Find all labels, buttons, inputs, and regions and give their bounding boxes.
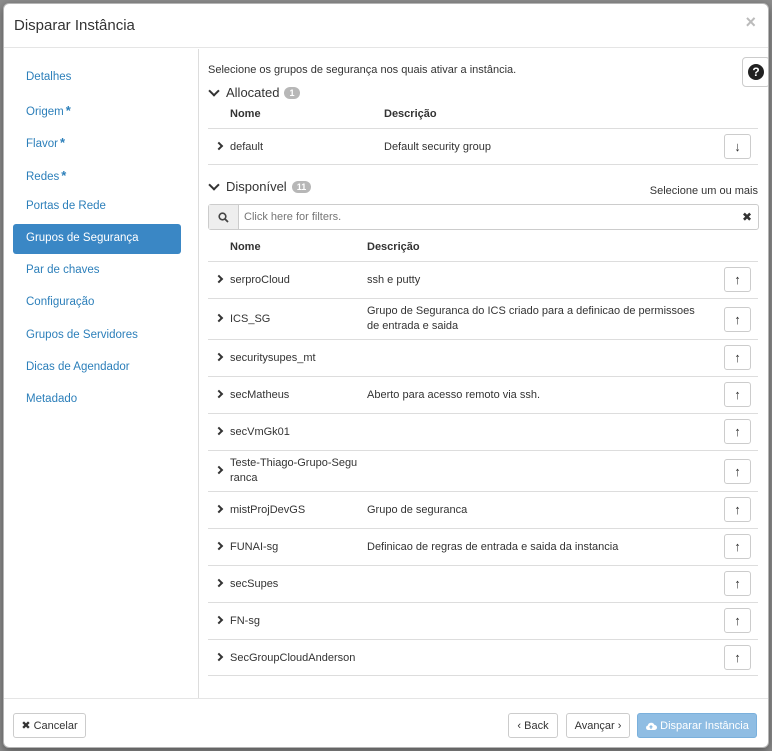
table-row: Teste-Thiago-Grupo-Seguranca ↑ [208, 450, 758, 491]
arrow-up-icon[interactable]: ↑ [724, 571, 751, 596]
table-row: serproCloud ssh e putty ↑ [208, 261, 758, 298]
arrow-down-icon[interactable]: ↓ [724, 134, 751, 159]
required-mark: * [59, 135, 66, 150]
available-count-badge: 11 [291, 180, 312, 193]
available-col-desc: Descrição [367, 241, 420, 253]
arrow-up-icon[interactable]: ↑ [724, 534, 751, 559]
cancel-button[interactable]: ✖ Cancelar [13, 713, 86, 738]
allocated-col-desc: Descrição [384, 108, 437, 120]
sidebar-item-grupos-de-servidores[interactable]: Grupos de Servidores [13, 321, 181, 351]
chevron-right-icon[interactable] [214, 541, 224, 551]
launch-instance-button[interactable]: Disparar Instância [637, 713, 757, 738]
required-mark: * [61, 168, 67, 183]
filter-bar: ✖ [208, 204, 759, 230]
launch-instance-modal: Disparar Instância × Detalhes Origem * Fl… [3, 3, 769, 748]
close-icon[interactable]: × [745, 13, 756, 31]
chevron-right-icon[interactable] [214, 313, 224, 323]
chevron-down-icon [208, 178, 220, 191]
filter-input[interactable] [240, 205, 730, 229]
allocated-row: default Default security group ↓ [208, 128, 758, 165]
question-icon: ? [748, 64, 764, 80]
chevron-right-icon[interactable] [214, 389, 224, 399]
table-row: secMatheus Aberto para acesso remoto via… [208, 376, 758, 413]
arrow-up-icon[interactable]: ↑ [724, 497, 751, 522]
arrow-up-icon[interactable]: ↑ [724, 382, 751, 407]
arrow-up-icon[interactable]: ↑ [724, 267, 751, 292]
sidebar-item-flavor[interactable]: Flavor * [13, 127, 181, 157]
chevron-right-icon[interactable] [214, 578, 224, 588]
table-row: SecGroupCloudAnderson ↑ [208, 639, 758, 676]
chevron-right-icon[interactable] [214, 426, 224, 436]
table-row: FN-sg ↑ [208, 602, 758, 639]
sidebar-item-grupos-de-seguranca[interactable]: Grupos de Segurança [13, 224, 181, 254]
sidebar-item-portas-de-rede[interactable]: Portas de Rede [13, 192, 181, 222]
back-button[interactable]: ‹ Back [508, 713, 558, 738]
sidebar-item-metadado[interactable]: Metadado [13, 385, 181, 415]
chevron-right-icon[interactable] [214, 652, 224, 662]
chevron-right-icon[interactable] [214, 141, 224, 151]
chevron-down-icon [208, 84, 220, 97]
chevron-right-icon[interactable] [214, 615, 224, 625]
sidebar-item-origem[interactable]: Origem * [13, 95, 181, 125]
table-row: ICS_SG Grupo de Seguranca do ICS criado … [208, 298, 758, 339]
search-icon [209, 205, 239, 229]
available-col-name: Nome [230, 241, 261, 253]
security-groups-panel: Selecione os grupos de segurança nos qua… [205, 49, 768, 698]
sidebar-item-detalhes[interactable]: Detalhes [13, 63, 181, 93]
modal-header: Disparar Instância × [4, 4, 768, 48]
cloud-upload-icon [646, 722, 658, 730]
arrow-up-icon[interactable]: ↑ [724, 645, 751, 670]
allocated-section-toggle[interactable]: Allocated 1 [208, 84, 300, 100]
allocated-count-badge: 1 [284, 86, 300, 99]
select-hint: Selecione um ou mais [649, 185, 758, 197]
help-button[interactable]: ? [742, 57, 768, 87]
modal-footer: ✖ Cancelar ‹ Back Avançar › Disparar Ins… [4, 698, 768, 747]
arrow-up-icon[interactable]: ↑ [724, 419, 751, 444]
table-row: securitysupes_mt ↑ [208, 339, 758, 376]
available-section-toggle[interactable]: Disponível 11 [208, 178, 312, 194]
chevron-right-icon[interactable] [214, 465, 224, 475]
sidebar-item-redes[interactable]: Redes * [13, 160, 181, 190]
next-button[interactable]: Avançar › [566, 713, 630, 738]
chevron-right-icon[interactable] [214, 352, 224, 362]
arrow-up-icon[interactable]: ↑ [724, 608, 751, 633]
arrow-up-icon[interactable]: ↑ [724, 459, 751, 484]
modal-title: Disparar Instância [14, 17, 135, 34]
allocated-col-name: Nome [230, 108, 261, 120]
table-row: secSupes ↑ [208, 565, 758, 602]
sidebar-item-dicas-de-agendador[interactable]: Dicas de Agendador [13, 353, 181, 383]
clear-filter-icon[interactable]: ✖ [742, 210, 752, 224]
table-row: secVmGk01 ↑ [208, 413, 758, 450]
table-row: FUNAI-sg Definicao de regras de entrada … [208, 528, 758, 565]
arrow-up-icon[interactable]: ↑ [724, 307, 751, 332]
sidebar-item-par-de-chaves[interactable]: Par de chaves [13, 256, 181, 286]
wizard-sidebar: Detalhes Origem * Flavor * Redes * Portas d… [4, 49, 199, 698]
arrow-up-icon[interactable]: ↑ [724, 345, 751, 370]
table-row: mistProjDevGS Grupo de seguranca ↑ [208, 491, 758, 528]
sidebar-item-configuracao[interactable]: Configuração [13, 288, 181, 318]
chevron-right-icon[interactable] [214, 504, 224, 514]
chevron-right-icon[interactable] [214, 274, 224, 284]
required-mark: * [65, 103, 71, 118]
intro-text: Selecione os grupos de segurança nos qua… [208, 64, 517, 76]
